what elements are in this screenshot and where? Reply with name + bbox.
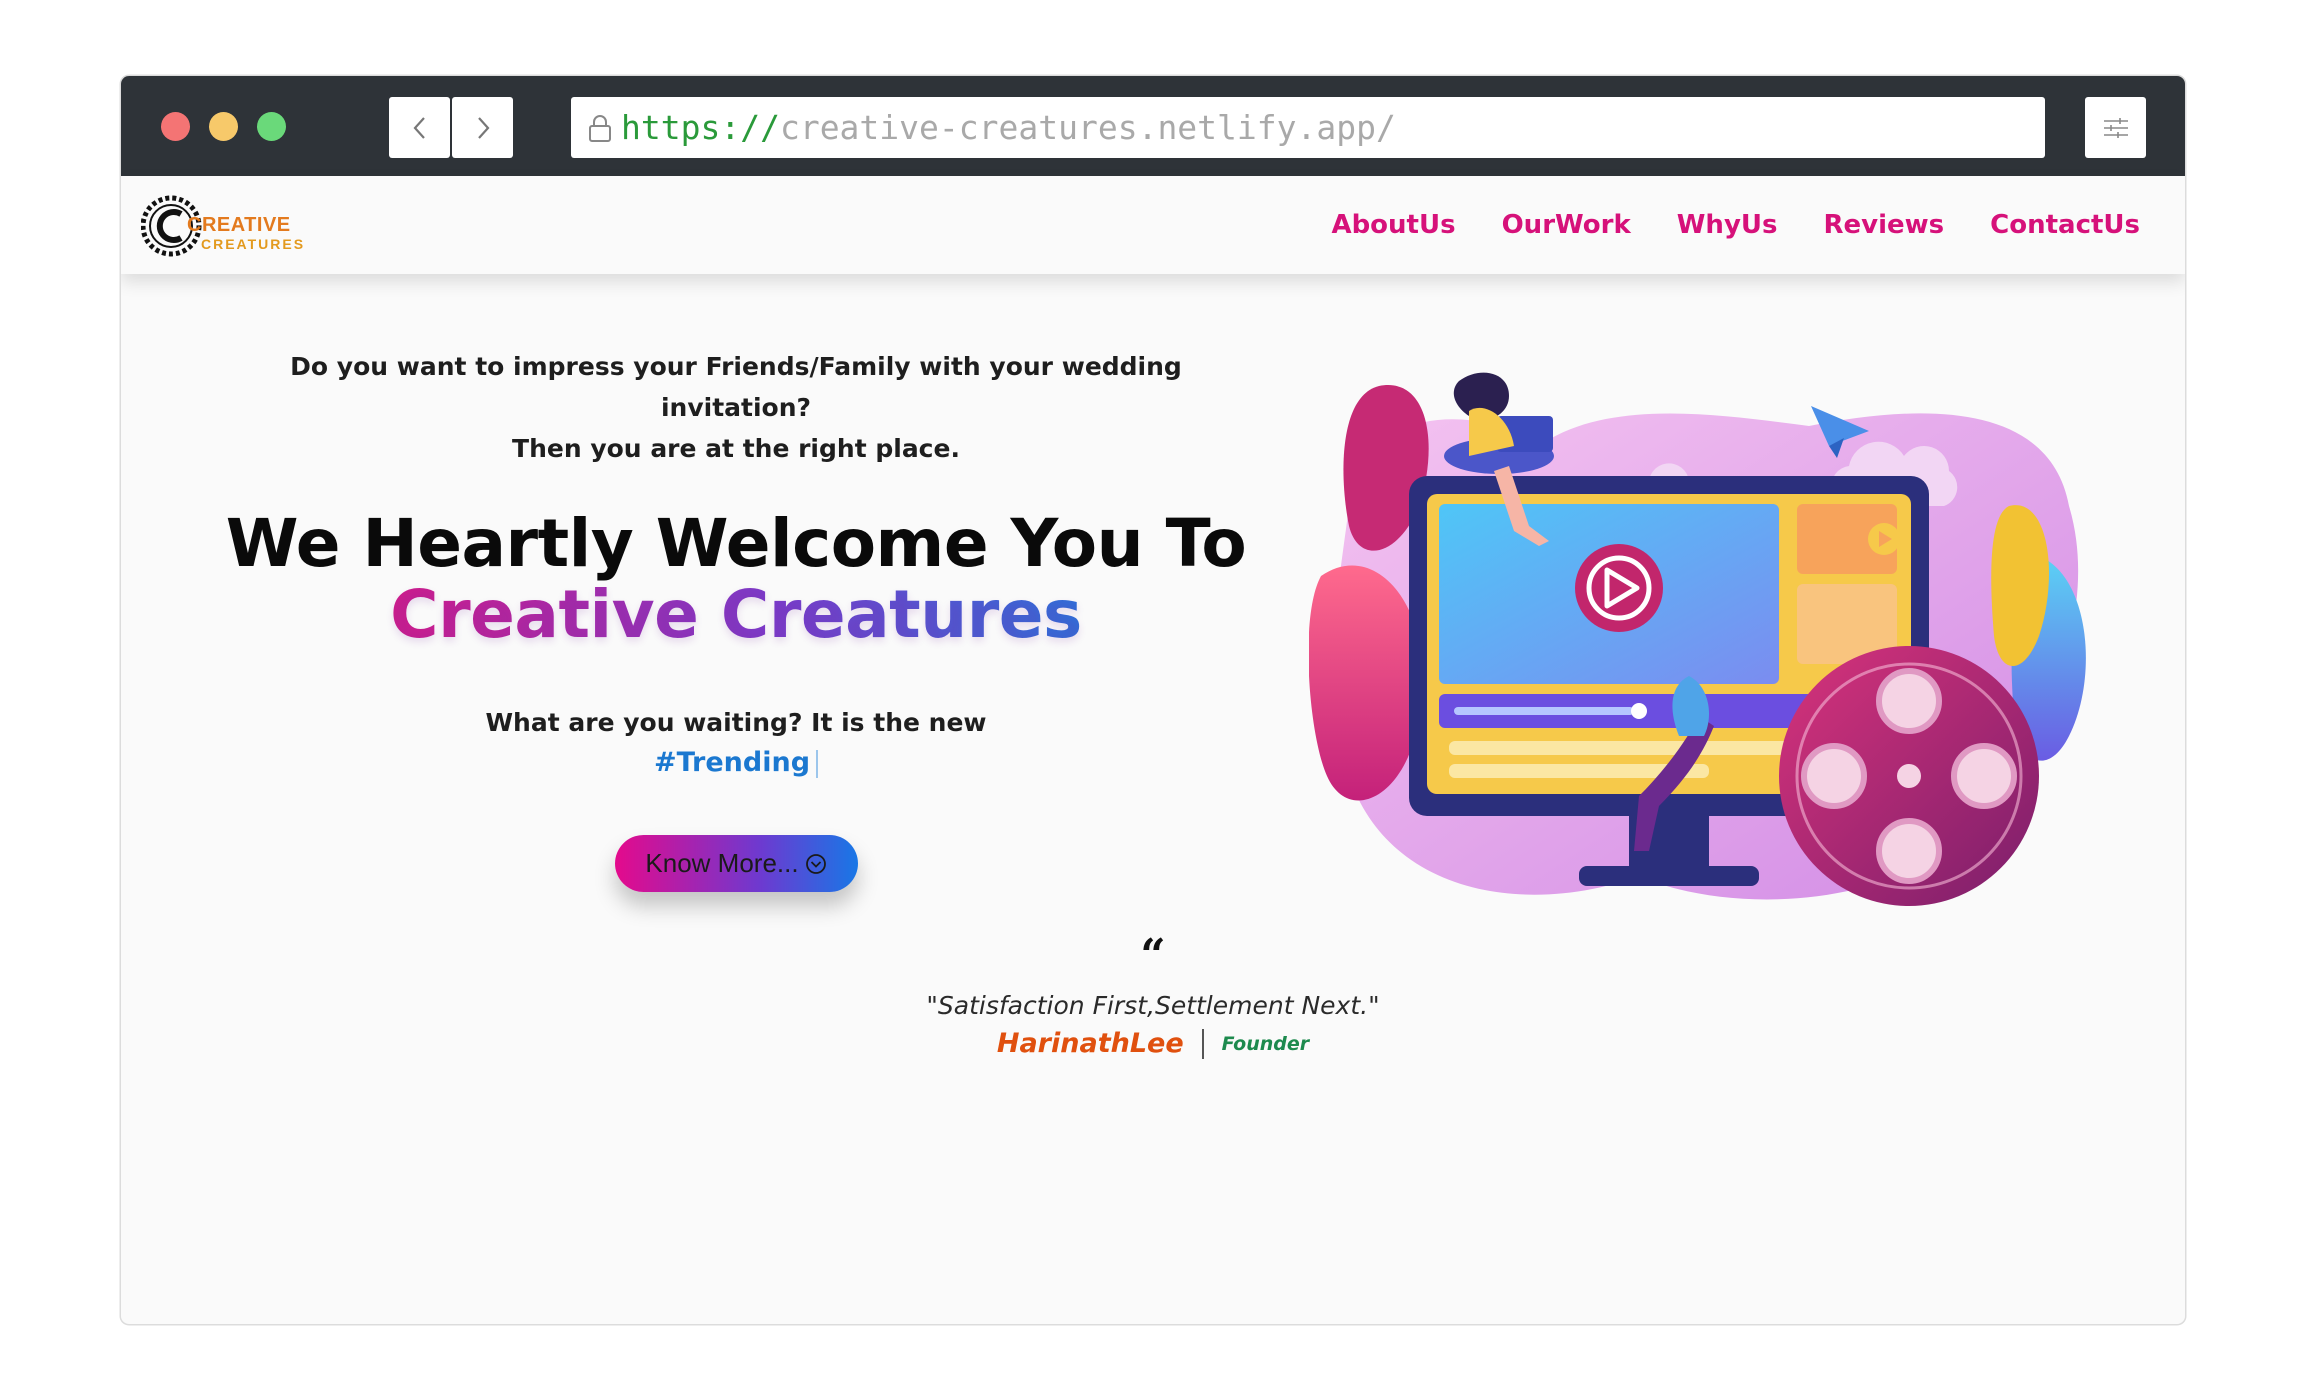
- sliders-icon: [2103, 117, 2128, 138]
- lock-icon: [589, 114, 611, 142]
- attribution-divider: [1201, 1028, 1204, 1059]
- address-bar[interactable]: https://creative-creatures.netlify.app/: [571, 97, 2045, 158]
- testimonial: “ "Satisfaction First,Settlement Next." …: [121, 930, 2185, 1060]
- hero-headline: We Heartly Welcome You To: [225, 505, 1247, 582]
- chevron-right-icon: [477, 116, 489, 139]
- chevron-left-icon: [413, 116, 425, 139]
- back-button[interactable]: [389, 97, 450, 158]
- nav-why-us[interactable]: WhyUs: [1677, 210, 1778, 240]
- url-protocol: https://: [621, 108, 780, 147]
- nav-contact-us[interactable]: ContactUs: [1990, 210, 2140, 240]
- trending-text: #Trending: [653, 747, 811, 778]
- hero-text: Do you want to impress your Friends/Fami…: [221, 346, 1251, 892]
- settings-button[interactable]: [2085, 97, 2146, 158]
- minimize-window-button[interactable]: [209, 112, 238, 141]
- hero-waiting-text: What are you waiting? It is the new: [485, 708, 987, 737]
- intro-line-2: Then you are at the right place.: [512, 434, 960, 463]
- site-logo[interactable]: CREATIVE CREATURES: [141, 192, 311, 260]
- main-nav: AboutUs OurWork WhyUs Reviews ContactUs: [1331, 176, 2140, 274]
- trending-line: #Trending: [221, 743, 1251, 783]
- close-window-button[interactable]: [161, 112, 190, 141]
- url-text: https://creative-creatures.netlify.app/: [621, 108, 1396, 147]
- brand-name: Creative Creatures: [390, 576, 1082, 653]
- video-production-illustration: [1309, 372, 2086, 906]
- typing-caret: [816, 749, 819, 778]
- nav-our-work[interactable]: OurWork: [1502, 210, 1631, 240]
- know-more-button[interactable]: Know More...: [614, 835, 858, 892]
- quote-author: HarinathLee: [996, 1028, 1184, 1059]
- chevron-circle-down-icon: [805, 853, 826, 874]
- intro-line-1: Do you want to impress your Friends/Fami…: [290, 352, 1182, 422]
- browser-window: https://creative-creatures.netlify.app/ …: [121, 76, 2185, 1324]
- quote-attribution: HarinathLee Founder: [121, 1028, 2185, 1059]
- site-header: CREATIVE CREATURES AboutUs OurWork WhyUs…: [121, 176, 2185, 274]
- nav-about-us[interactable]: AboutUs: [1331, 210, 1455, 240]
- logo-text-creatures: CREATURES: [201, 236, 306, 252]
- quote-text: "Satisfaction First,Settlement Next.": [926, 991, 1380, 1020]
- maximize-window-button[interactable]: [257, 112, 286, 141]
- logo-text-creative: CREATIVE: [187, 214, 291, 236]
- know-more-label: Know More...: [645, 848, 799, 878]
- hero-intro: Do you want to impress your Friends/Fami…: [221, 346, 1251, 469]
- browser-toolbar: https://creative-creatures.netlify.app/: [121, 76, 2185, 176]
- quote-author-role: Founder: [1221, 1032, 1310, 1055]
- forward-button[interactable]: [452, 97, 513, 158]
- url-host: creative-creatures.netlify.app/: [779, 108, 1396, 147]
- nav-reviews[interactable]: Reviews: [1823, 210, 1944, 240]
- quote-icon: “: [1140, 930, 1166, 981]
